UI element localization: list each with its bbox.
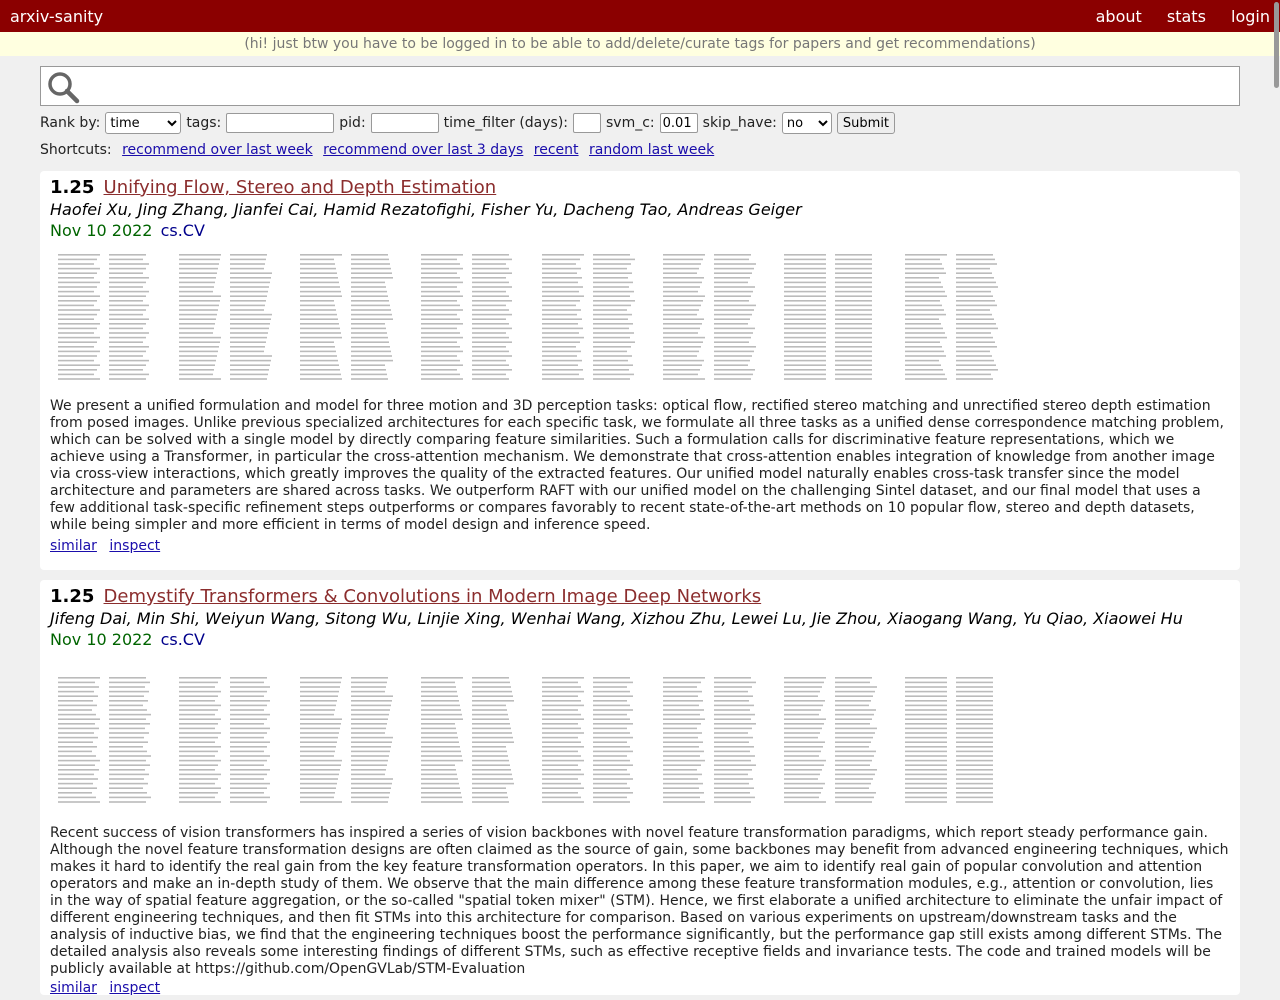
paper-actions: similar inspect [50,980,1230,996]
paper-actions: similar inspect [50,538,1230,554]
page-preview [901,671,1005,807]
shortcut-random-last-week[interactable]: random last week [589,142,714,158]
paper-date: Nov 10 2022 [50,630,153,649]
paper-page-thumbnail [897,244,1018,390]
paper-meta: Nov 10 2022 cs.CV [50,630,1230,649]
pid-label: pid: [339,115,366,131]
page-preview [417,671,521,807]
time-filter-label: time_filter (days): [443,115,569,131]
svm-c-input[interactable] [659,113,698,133]
search-box [40,66,1240,106]
similar-link[interactable]: similar [50,980,97,996]
tags-label: tags: [186,115,222,131]
page-preview [901,248,1005,384]
paper-page-thumbnail [534,244,655,390]
shortcut-recommend-3-days[interactable]: recommend over last 3 days [323,142,523,158]
tags-input[interactable] [226,113,335,133]
shortcuts-label: Shortcuts: [40,142,112,158]
paper-thumbnails[interactable] [50,667,1230,813]
paper-abstract: We present a unified formulation and mod… [50,398,1224,533]
shortcut-recommend-week[interactable]: recommend over last week [122,142,313,158]
paper-category: cs.CV [160,221,205,240]
paper-thumbnails[interactable] [50,244,1230,390]
page-preview [296,248,400,384]
search-area [0,56,1280,106]
page-preview [417,248,521,384]
paper-card: 1.25 Unifying Flow, Stereo and Depth Est… [40,171,1240,570]
paper-authors: Jifeng Dai, Min Shi, Weiyun Wang, Sitong… [50,609,1183,628]
page-scrollbar[interactable] [1272,0,1280,1000]
shortcut-recent[interactable]: recent [534,142,579,158]
nav-stats-link[interactable]: stats [1167,7,1206,26]
paper-meta: Nov 10 2022 cs.CV [50,221,1230,240]
inspect-link[interactable]: inspect [109,980,160,996]
page-preview [296,671,400,807]
paper-title-link[interactable]: Demystify Transformers & Convolutions in… [104,586,762,607]
page-preview [54,248,158,384]
similar-link[interactable]: similar [50,538,97,554]
page-preview [54,671,158,807]
svm-c-label: svm_c: [606,115,655,131]
paper-page-thumbnail [171,244,292,390]
shortcuts-bar: Shortcuts: recommend over last week reco… [0,136,1280,158]
paper-page-thumbnail [897,667,1018,813]
paper-page-thumbnail [413,244,534,390]
submit-button[interactable]: Submit [836,112,896,134]
inspect-link[interactable]: inspect [109,538,160,554]
paper-page-thumbnail [776,244,897,390]
paper-date: Nov 10 2022 [50,221,153,240]
page-preview [659,671,763,807]
paper-page-thumbnail [50,667,171,813]
brand-link[interactable]: arxiv-sanity [10,7,103,26]
search-input[interactable] [81,67,1239,105]
nav-login-link[interactable]: login [1231,7,1270,26]
page-preview [538,248,642,384]
nav-about-link[interactable]: about [1096,7,1142,26]
skip-have-select[interactable]: no [781,112,832,134]
paper-page-thumbnail [655,244,776,390]
login-notice-banner: (hi! just btw you have to be logged in t… [0,32,1280,56]
rank-by-label: Rank by: [40,115,101,131]
skip-have-label: skip_have: [702,115,777,131]
paper-rating: 1.25 [50,586,95,607]
pid-input[interactable] [370,113,439,133]
time-filter-input[interactable] [573,113,602,133]
rank-by-select[interactable]: time [105,112,182,134]
search-icon [48,72,80,104]
paper-card: 1.25 Demystify Transformers & Convolutio… [40,580,1240,996]
paper-page-thumbnail [292,667,413,813]
page-preview [780,671,884,807]
paper-page-thumbnail [776,667,897,813]
paper-category: cs.CV [160,630,205,649]
paper-page-thumbnail [413,667,534,813]
scrollbar-thumb[interactable] [1274,2,1279,88]
page-preview [175,671,279,807]
page-preview [538,671,642,807]
search-controls: Rank by: time tags: pid: time_filter (da… [0,106,1280,136]
paper-authors: Haofei Xu, Jing Zhang, Jianfei Cai, Hami… [50,200,802,219]
page-preview [175,248,279,384]
paper-page-thumbnail [655,667,776,813]
paper-abstract: Recent success of vision transformers ha… [50,825,1229,977]
paper-page-thumbnail [50,244,171,390]
paper-page-thumbnail [171,667,292,813]
nav-links: about stats login [1076,7,1270,26]
paper-page-thumbnail [292,244,413,390]
page-preview [780,248,884,384]
paper-rating: 1.25 [50,177,95,198]
top-nav-bar: arxiv-sanity about stats login [0,0,1280,32]
paper-title-link[interactable]: Unifying Flow, Stereo and Depth Estimati… [104,177,497,198]
paper-page-thumbnail [534,667,655,813]
page-preview [659,248,763,384]
